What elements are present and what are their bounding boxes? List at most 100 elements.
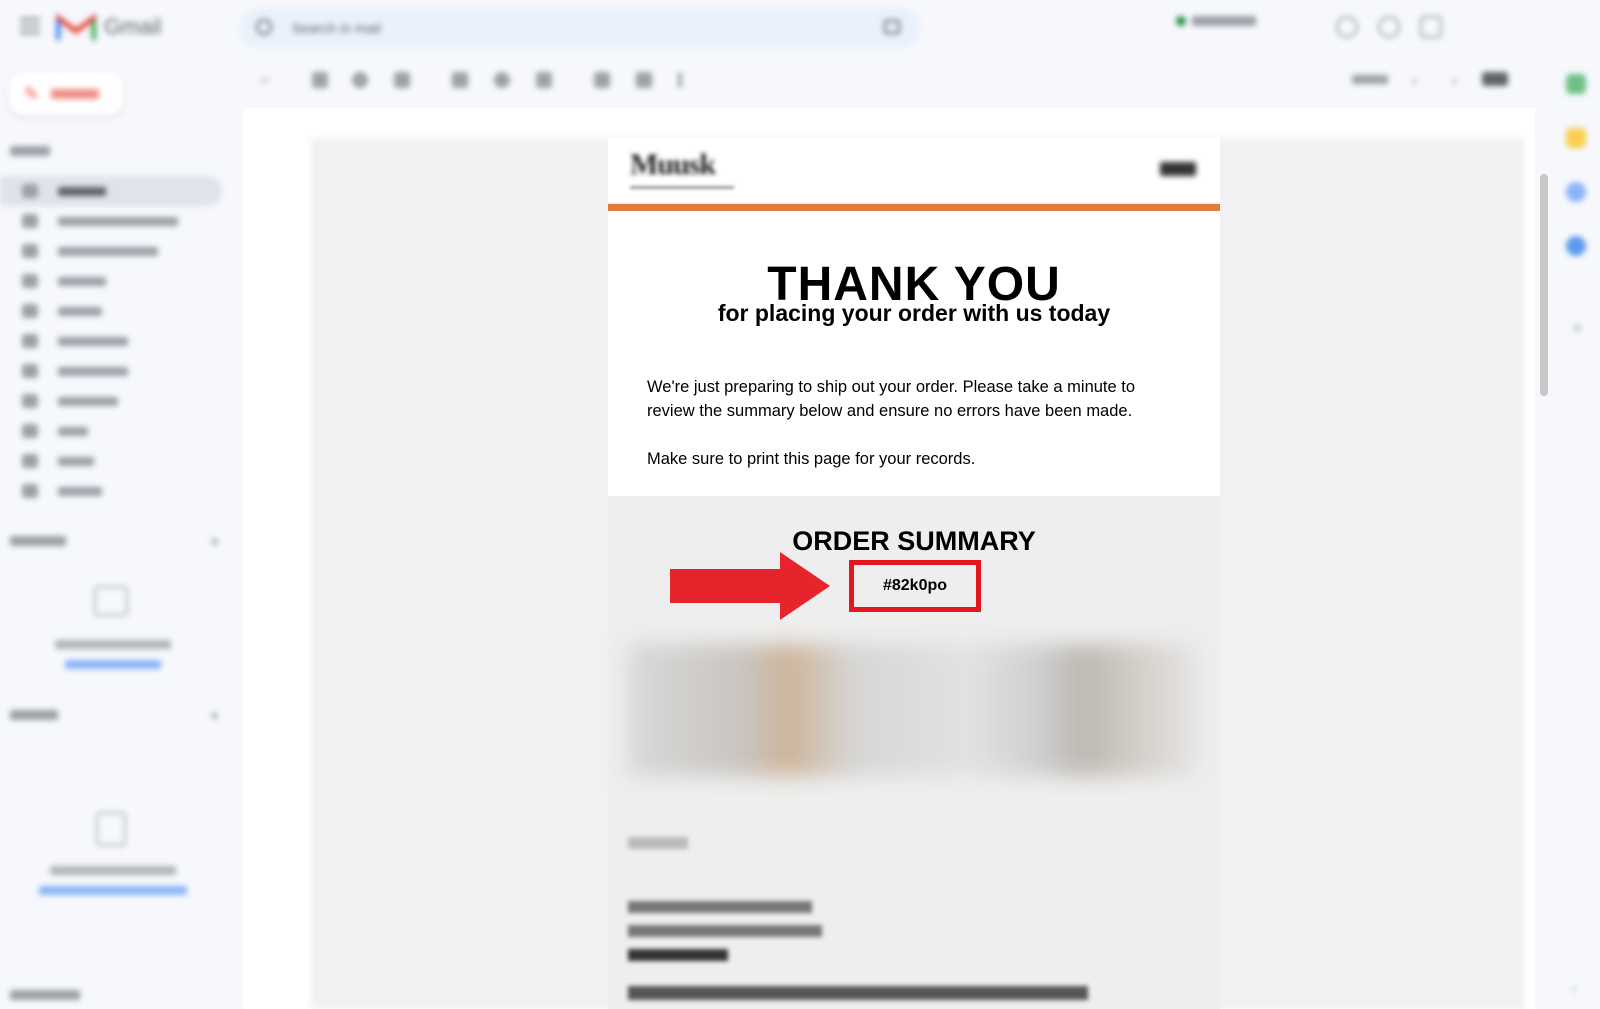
pager-count xyxy=(1352,73,1388,87)
status-chip[interactable] xyxy=(1176,16,1256,26)
label-as-icon[interactable] xyxy=(636,72,652,88)
scrollbar[interactable] xyxy=(1540,174,1548,396)
chat-empty-text xyxy=(0,640,226,652)
more-options-icon[interactable] xyxy=(678,72,682,88)
sidebar-item-label xyxy=(58,366,128,376)
label-icon xyxy=(22,424,38,438)
inbox-icon xyxy=(22,184,38,198)
label-icon xyxy=(22,364,38,378)
header-link[interactable] xyxy=(1160,162,1196,176)
sidebar-item-label xyxy=(58,246,158,256)
move-to-icon[interactable] xyxy=(594,72,610,88)
sidebar-item-sent[interactable] xyxy=(0,296,222,326)
sidebar-item-label xyxy=(58,186,106,196)
archive-icon[interactable] xyxy=(312,72,328,88)
newer-chevron-icon[interactable]: ‹ xyxy=(1412,72,1428,88)
sidebar-item-label xyxy=(58,486,102,496)
sidebar-item-label xyxy=(58,426,88,436)
order-number: #82k0po xyxy=(882,577,948,594)
settings-icon[interactable] xyxy=(1378,16,1400,38)
report-spam-icon[interactable] xyxy=(352,72,368,88)
input-tools-icon[interactable] xyxy=(1482,72,1508,86)
hide-panel-chevron-icon[interactable]: › xyxy=(1572,980,1577,996)
star-icon xyxy=(22,214,38,228)
clock-icon xyxy=(22,244,38,258)
spaces-icon xyxy=(96,812,126,846)
label-icon xyxy=(22,394,38,408)
sheets-icon[interactable] xyxy=(1566,74,1586,94)
sidebar-item-important[interactable] xyxy=(0,266,222,296)
compose-label xyxy=(51,89,100,99)
delete-icon[interactable] xyxy=(394,72,410,88)
help-icon[interactable] xyxy=(1336,16,1358,38)
compose-button[interactable]: ✎ xyxy=(8,72,124,116)
gmail-logo-icon[interactable] xyxy=(56,12,96,42)
status-label xyxy=(1192,16,1256,26)
sidebar-item-label xyxy=(58,396,118,406)
sidebar-item-label xyxy=(58,276,106,286)
back-arrow-icon[interactable]: ← xyxy=(258,70,274,87)
pencil-icon: ✎ xyxy=(24,83,40,104)
older-chevron-icon[interactable]: › xyxy=(1452,72,1468,88)
tasks-icon[interactable] xyxy=(1566,182,1586,202)
print-reminder: Make sure to print this page for your re… xyxy=(647,450,976,468)
search-placeholder: Search in mail xyxy=(292,20,381,36)
find-space-link[interactable] xyxy=(0,886,226,898)
chat-bubble-icon xyxy=(94,586,128,616)
snooze-icon[interactable] xyxy=(494,72,510,88)
important-icon xyxy=(22,274,38,288)
plus-icon[interactable]: + xyxy=(210,708,219,726)
order-confirmation-email: Muusk THANK YOU for placing your order w… xyxy=(608,138,1220,1009)
send-icon xyxy=(22,304,38,318)
add-task-icon[interactable] xyxy=(536,72,552,88)
accent-divider xyxy=(608,204,1220,211)
label-icon xyxy=(22,454,38,468)
blurred-store-name xyxy=(628,836,688,853)
order-number-highlight: #82k0po xyxy=(849,560,981,612)
thank-you-subheading: for placing your order with us today xyxy=(717,300,1111,326)
sidebar-item-categories[interactable] xyxy=(0,356,222,386)
gmail-wordmark: Gmail xyxy=(104,14,162,39)
sidebar-item-inbox[interactable] xyxy=(0,176,222,206)
sidebar-item-label xyxy=(58,456,94,466)
top-bar: Gmail Search in mail xyxy=(0,0,1600,56)
search-icon[interactable] xyxy=(256,19,272,35)
plus-icon[interactable]: + xyxy=(210,534,219,552)
brand-logo[interactable]: Muusk xyxy=(630,148,716,182)
sidebar-section-chat[interactable] xyxy=(10,536,66,546)
blurred-line-item-1 xyxy=(628,900,812,917)
brand-logo-underline xyxy=(630,186,734,189)
product-image-blurred xyxy=(628,644,1198,776)
get-addons-plus-icon[interactable]: + xyxy=(1572,318,1583,339)
label-icon xyxy=(22,484,38,498)
sidebar-item-label-3[interactable] xyxy=(0,416,222,446)
sidebar-item-priority[interactable] xyxy=(0,476,222,506)
shipping-message: We're just preparing to ship out your or… xyxy=(647,378,1136,420)
draft-icon xyxy=(22,334,38,348)
sidebar-item-snoozed[interactable] xyxy=(0,236,222,266)
blurred-line-item-2 xyxy=(628,924,822,941)
thank-you-section: THANK YOU for placing your order with us… xyxy=(608,211,1220,496)
sidebar-item-label-4[interactable] xyxy=(0,446,222,476)
apps-icon[interactable] xyxy=(1420,16,1442,38)
status-dot-icon xyxy=(1176,16,1186,26)
sidebar-section-spaces[interactable] xyxy=(10,710,58,720)
sidebar-section-mail[interactable] xyxy=(10,146,50,156)
sidebar-item-drafts[interactable] xyxy=(0,326,222,356)
sidebar-item-follow-up[interactable] xyxy=(0,386,222,416)
spaces-empty-text xyxy=(0,866,226,878)
start-chat-link[interactable] xyxy=(0,660,226,672)
red-arrow-icon xyxy=(670,552,830,620)
contacts-icon[interactable] xyxy=(1566,236,1586,256)
sidebar-item-starred[interactable] xyxy=(0,206,222,236)
menu-icon[interactable] xyxy=(20,18,40,34)
search-input[interactable]: Search in mail xyxy=(240,8,920,48)
blurred-footer-text xyxy=(628,986,1088,1004)
email-header: Muusk xyxy=(608,138,1220,202)
mark-unread-icon[interactable] xyxy=(452,72,468,88)
keep-icon[interactable] xyxy=(1566,128,1586,148)
sidebar-section-meet[interactable] xyxy=(10,990,80,1000)
sidebar-item-label xyxy=(58,216,178,226)
sidebar-item-label xyxy=(58,306,102,316)
search-options-icon[interactable] xyxy=(884,20,900,34)
